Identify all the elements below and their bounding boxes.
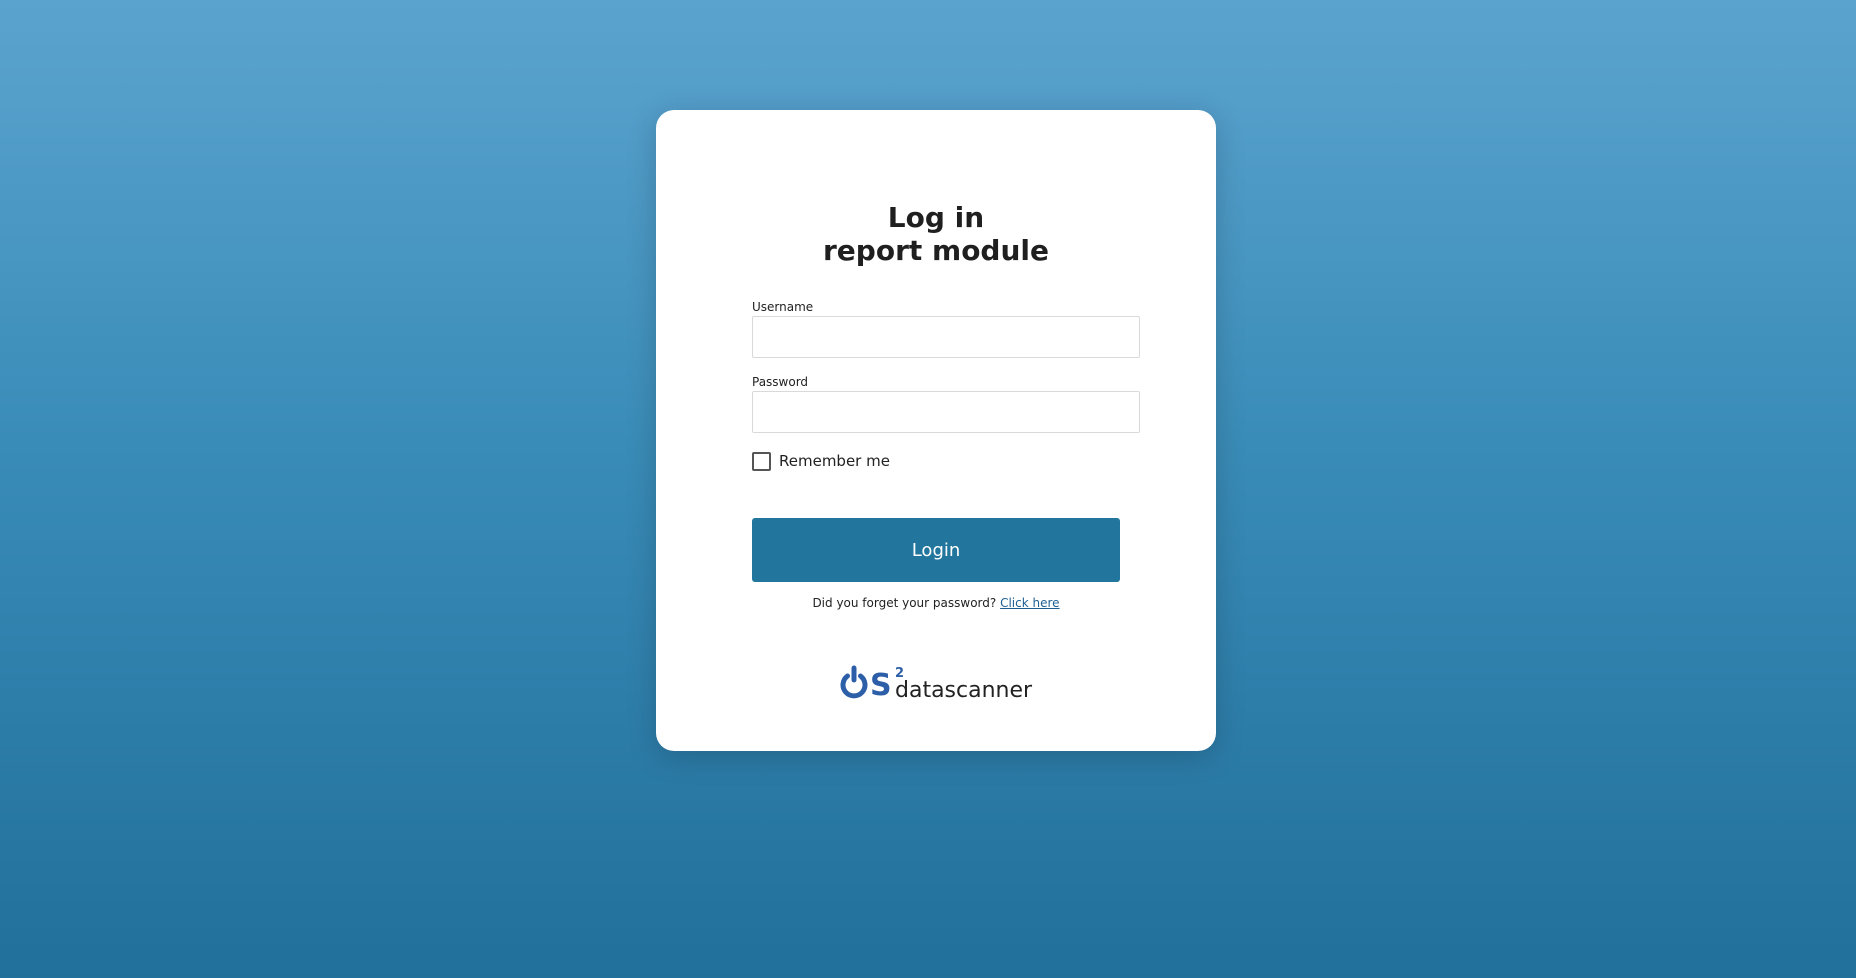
forgot-password: Did you forget your password? Click here: [656, 596, 1216, 610]
remember-me[interactable]: Remember me: [752, 451, 890, 471]
username-label: Username: [752, 300, 814, 314]
password-field[interactable]: [752, 391, 1140, 433]
login-card: Log in report module Username Password R…: [656, 110, 1216, 751]
password-label: Password: [752, 375, 809, 389]
forgot-password-link[interactable]: Click here: [1000, 596, 1059, 610]
title-line-1: Log in: [887, 201, 985, 234]
remember-me-label: Remember me: [779, 452, 890, 470]
title-line-2: report module: [823, 234, 1049, 267]
login-button[interactable]: Login: [752, 518, 1120, 582]
logo-product-name: datascanner: [895, 678, 1033, 703]
os2datascanner-logo: S 2 datascanner: [840, 665, 1033, 703]
username-field[interactable]: [752, 316, 1140, 358]
forgot-password-prompt: Did you forget your password?: [812, 596, 997, 610]
page-title: Log in report module: [656, 201, 1216, 267]
power-icon: [840, 665, 868, 699]
logo-s-glyph: S: [870, 668, 892, 703]
remember-me-checkbox[interactable]: [752, 451, 771, 471]
